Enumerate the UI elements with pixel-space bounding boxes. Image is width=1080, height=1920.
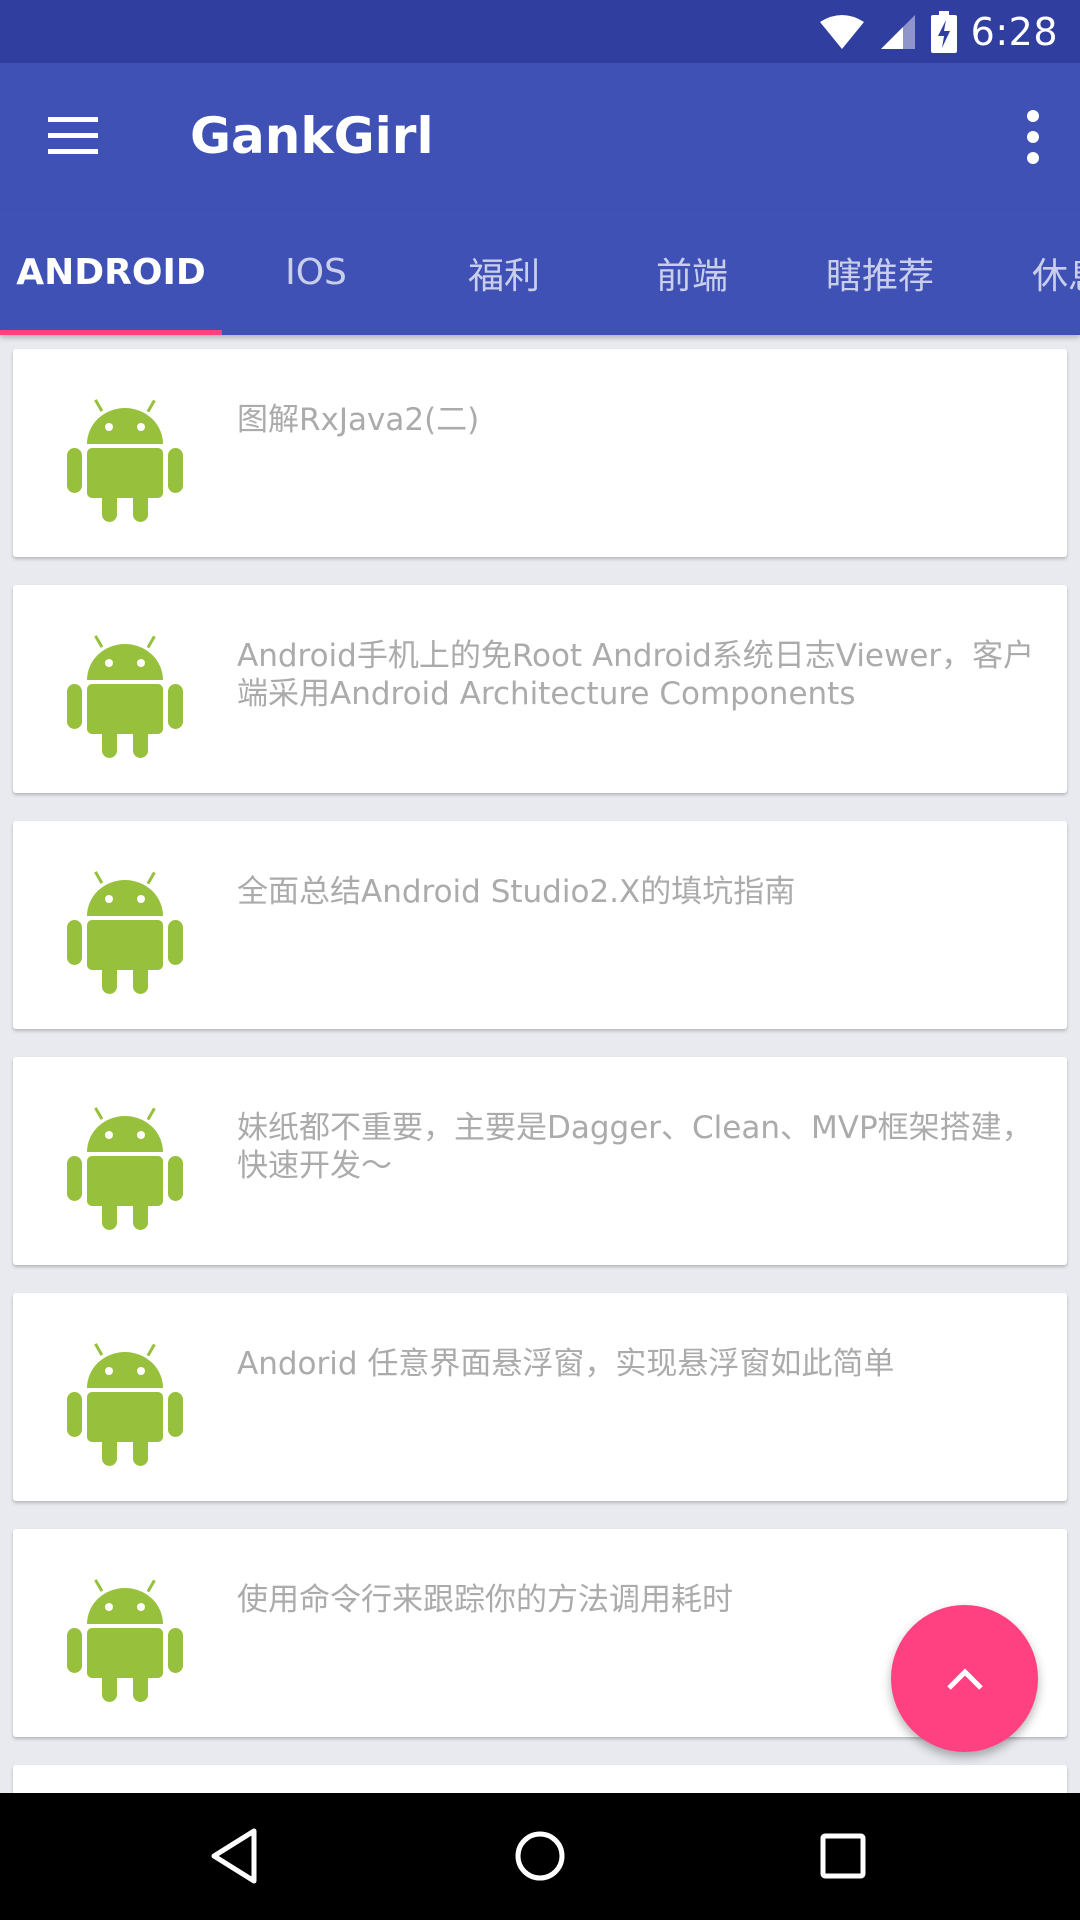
- article-title: 使用命令行来跟踪你的方法调用耗时: [237, 1582, 733, 1618]
- home-icon[interactable]: [500, 1821, 580, 1891]
- signal-icon: [880, 14, 915, 49]
- article-card[interactable]: Andorid 任意界面悬浮窗，实现悬浮窗如此简单: [13, 1293, 1067, 1501]
- android-robot-icon: [67, 871, 183, 994]
- article-title: 全面总结Android Studio2.X的填坑指南: [237, 874, 796, 910]
- article-title: 图解RxJava2(二): [237, 402, 480, 438]
- tab-bar: ANDROID IOS 福利 前端 瞎推荐 休息: [0, 210, 1080, 335]
- article-card[interactable]: 妹纸都不重要，主要是Dagger、Clean、MVP框架搭建，快速开发～: [13, 1057, 1067, 1265]
- tab-ios[interactable]: IOS: [222, 210, 410, 335]
- article-title: Andorid 任意界面悬浮窗，实现悬浮窗如此简单: [237, 1346, 895, 1382]
- article-card[interactable]: 全面总结Android Studio2.X的填坑指南: [13, 821, 1067, 1029]
- chevron-up-icon: [946, 1667, 983, 1690]
- android-robot-icon: [67, 1107, 183, 1230]
- android-robot-icon: [67, 635, 183, 758]
- back-icon[interactable]: [196, 1821, 276, 1891]
- article-card[interactable]: 图解RxJava2(二): [13, 349, 1067, 557]
- status-icons: 6:28: [819, 0, 1058, 63]
- battery-charging-icon: [930, 10, 957, 53]
- tab-recommend[interactable]: 瞎推荐: [786, 210, 974, 335]
- system-nav-bar: [0, 1793, 1080, 1920]
- app-title: GankGirl: [190, 107, 434, 165]
- wifi-icon: [819, 14, 864, 49]
- recents-icon[interactable]: [803, 1821, 883, 1891]
- tab-rest[interactable]: 休息: [974, 210, 1080, 335]
- more-vert-icon[interactable]: [1008, 105, 1058, 169]
- android-robot-icon: [67, 1579, 183, 1702]
- hamburger-menu-icon[interactable]: [38, 105, 108, 165]
- article-card[interactable]: Android手机上的免Root Android系统日志Viewer，客户端采用…: [13, 585, 1067, 793]
- tab-welfare[interactable]: 福利: [410, 210, 598, 335]
- article-card-partial[interactable]: [13, 1765, 1067, 1793]
- scroll-to-top-button[interactable]: [891, 1605, 1038, 1752]
- article-title: 妹纸都不重要，主要是Dagger、Clean、MVP框架搭建，快速开发～: [237, 1110, 1033, 1184]
- status-time: 6:28: [970, 9, 1058, 54]
- article-title: Android手机上的免Root Android系统日志Viewer，客户端采用…: [237, 638, 1035, 712]
- android-robot-icon: [67, 399, 183, 522]
- article-list[interactable]: 图解RxJava2(二) Android手机上的免Root Android系统日…: [0, 335, 1080, 1793]
- status-bar: 6:28: [0, 0, 1080, 63]
- tab-frontend[interactable]: 前端: [598, 210, 786, 335]
- app-bar: GankGirl: [0, 63, 1080, 210]
- tab-android[interactable]: ANDROID: [0, 210, 222, 335]
- android-robot-icon: [67, 1343, 183, 1466]
